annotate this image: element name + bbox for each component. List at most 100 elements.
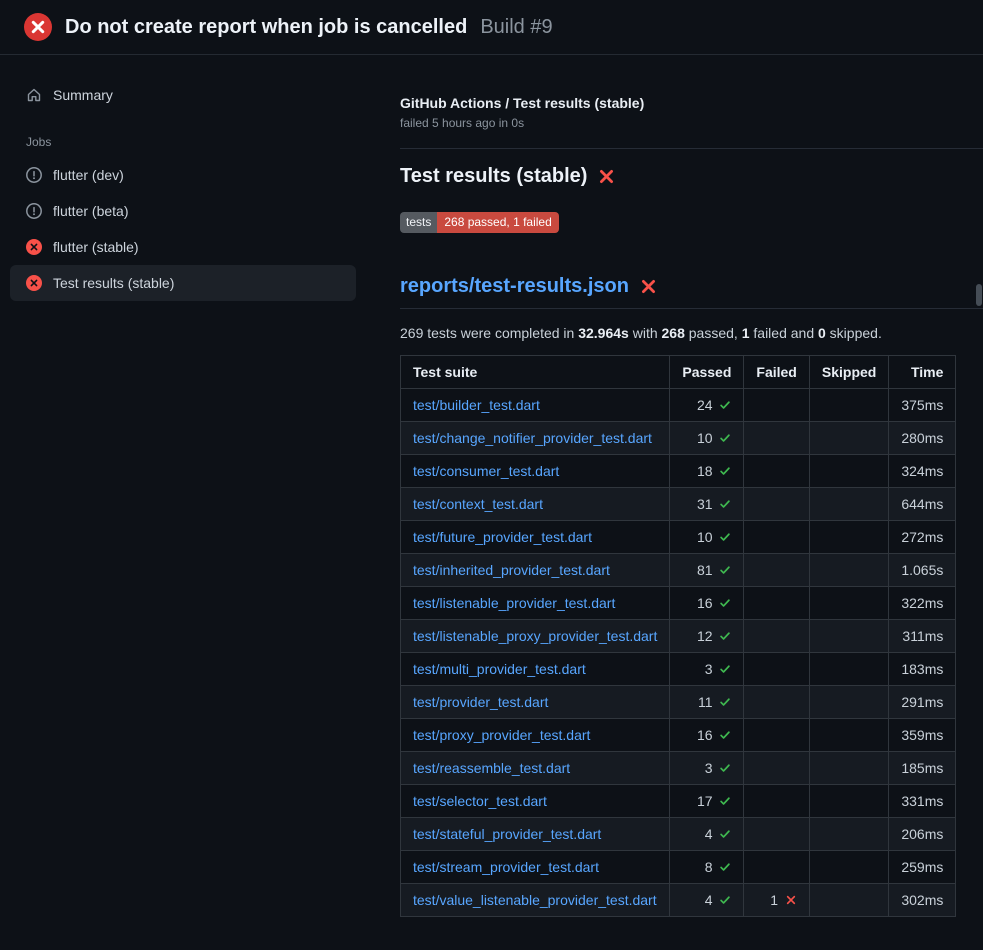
suite-link[interactable]: test/value_listenable_provider_test.dart: [413, 892, 657, 908]
report-link[interactable]: reports/test-results.json: [400, 275, 629, 298]
time-cell: 331ms: [889, 785, 956, 818]
failed-cell: [744, 653, 809, 686]
skipped-cell: [809, 653, 888, 686]
suite-link[interactable]: test/reassemble_test.dart: [413, 760, 570, 776]
sidebar-item-summary[interactable]: Summary: [10, 77, 356, 113]
check-icon: [719, 531, 731, 543]
table-row: test/consumer_test.dart18 324ms: [401, 455, 956, 488]
time-cell: 1.065s: [889, 554, 956, 587]
passed-cell: 18: [670, 455, 744, 488]
sidebar-item-flutter-stable[interactable]: flutter (stable): [10, 229, 356, 265]
suite-link[interactable]: test/future_provider_test.dart: [413, 529, 592, 545]
build-number: Build #9: [480, 16, 552, 39]
suite-link[interactable]: test/proxy_provider_test.dart: [413, 727, 590, 743]
suite-cell: test/listenable_provider_test.dart: [401, 587, 670, 620]
page: Do not create report when job is cancell…: [0, 0, 983, 917]
summary-strong-text: 1: [742, 325, 750, 341]
failed-cell: 1: [744, 884, 809, 917]
suite-link[interactable]: test/stream_provider_test.dart: [413, 859, 599, 875]
sidebar-item-label: flutter (beta): [53, 203, 128, 219]
suite-link[interactable]: test/inherited_provider_test.dart: [413, 562, 610, 578]
suite-cell: test/builder_test.dart: [401, 389, 670, 422]
suite-cell: test/listenable_proxy_provider_test.dart: [401, 620, 670, 653]
time-cell: 185ms: [889, 752, 956, 785]
summary-line: 269 tests were completed in 32.964s with…: [400, 325, 983, 341]
summary-strong-text: 32.964s: [578, 325, 629, 341]
table-row: test/stream_provider_test.dart8 259ms: [401, 851, 956, 884]
suite-cell: test/stream_provider_test.dart: [401, 851, 670, 884]
summary-strong-text: 0: [818, 325, 826, 341]
main-content: GitHub Actions / Test results (stable) f…: [370, 55, 983, 917]
time-cell: 291ms: [889, 686, 956, 719]
suite-link[interactable]: test/context_test.dart: [413, 496, 543, 512]
suite-cell: test/reassemble_test.dart: [401, 752, 670, 785]
check-icon: [719, 663, 731, 675]
sidebar-item-label: Test results (stable): [53, 275, 174, 291]
suite-link[interactable]: test/listenable_proxy_provider_test.dart: [413, 628, 657, 644]
test-results-table: Test suite Passed Failed Skipped Time te…: [400, 355, 956, 917]
suite-cell: test/proxy_provider_test.dart: [401, 719, 670, 752]
scrollbar-thumb[interactable]: [976, 284, 982, 306]
neutral-status-icon: [26, 203, 42, 219]
skipped-cell: [809, 686, 888, 719]
x-icon: [785, 894, 797, 906]
suite-link[interactable]: test/multi_provider_test.dart: [413, 661, 586, 677]
time-cell: 375ms: [889, 389, 956, 422]
passed-cell: 10: [670, 521, 744, 554]
failed-cell: [744, 587, 809, 620]
sidebar-item-flutter-dev[interactable]: flutter (dev): [10, 157, 356, 193]
time-cell: 322ms: [889, 587, 956, 620]
passed-cell: 4: [670, 818, 744, 851]
suite-cell: test/value_listenable_provider_test.dart: [401, 884, 670, 917]
skipped-cell: [809, 752, 888, 785]
suite-link[interactable]: test/stateful_provider_test.dart: [413, 826, 601, 842]
skipped-cell: [809, 455, 888, 488]
suite-link[interactable]: test/selector_test.dart: [413, 793, 547, 809]
suite-cell: test/inherited_provider_test.dart: [401, 554, 670, 587]
suite-link[interactable]: test/listenable_provider_test.dart: [413, 595, 615, 611]
divider: [400, 148, 983, 149]
failed-status-icon: [26, 239, 42, 255]
passed-cell: 10: [670, 422, 744, 455]
table-row: test/builder_test.dart24 375ms: [401, 389, 956, 422]
time-cell: 259ms: [889, 851, 956, 884]
skipped-cell: [809, 884, 888, 917]
summary-text: failed and: [750, 325, 819, 341]
suite-link[interactable]: test/change_notifier_provider_test.dart: [413, 430, 652, 446]
time-cell: 359ms: [889, 719, 956, 752]
suite-link[interactable]: test/builder_test.dart: [413, 397, 540, 413]
table-row: test/inherited_provider_test.dart81 1.06…: [401, 554, 956, 587]
table-row: test/proxy_provider_test.dart16 359ms: [401, 719, 956, 752]
suite-cell: test/stateful_provider_test.dart: [401, 818, 670, 851]
time-cell: 272ms: [889, 521, 956, 554]
table-row: test/context_test.dart31 644ms: [401, 488, 956, 521]
suite-cell: test/provider_test.dart: [401, 686, 670, 719]
col-passed: Passed: [670, 356, 744, 389]
badge-label: tests: [400, 212, 437, 233]
table-row: test/future_provider_test.dart 10 272ms: [401, 521, 956, 554]
failed-cell: [744, 488, 809, 521]
passed-cell: 3: [670, 752, 744, 785]
breadcrumb: GitHub Actions / Test results (stable): [400, 95, 983, 111]
sidebar-item-test-results-stable[interactable]: Test results (stable): [10, 265, 356, 301]
suite-link[interactable]: test/consumer_test.dart: [413, 463, 559, 479]
failed-cell: [744, 752, 809, 785]
skipped-cell: [809, 851, 888, 884]
jobs-section-heading: Jobs: [0, 135, 370, 149]
check-icon: [719, 861, 731, 873]
section-title-text: Test results (stable): [400, 165, 587, 188]
sidebar-item-flutter-beta[interactable]: flutter (beta): [10, 193, 356, 229]
check-icon: [719, 795, 731, 807]
test-table-body: test/builder_test.dart24 375ms test/chang…: [401, 389, 956, 917]
table-row: test/multi_provider_test.dart3 183ms: [401, 653, 956, 686]
skipped-cell: [809, 587, 888, 620]
failed-cell: [744, 521, 809, 554]
table-row: test/selector_test.dart17 331ms: [401, 785, 956, 818]
sidebar-item-label: Summary: [53, 87, 113, 103]
check-icon: [719, 894, 731, 906]
failed-cell: [744, 686, 809, 719]
suite-link[interactable]: test/provider_test.dart: [413, 694, 548, 710]
check-icon: [719, 729, 731, 741]
table-header-row: Test suite Passed Failed Skipped Time: [401, 356, 956, 389]
check-icon: [719, 597, 731, 609]
